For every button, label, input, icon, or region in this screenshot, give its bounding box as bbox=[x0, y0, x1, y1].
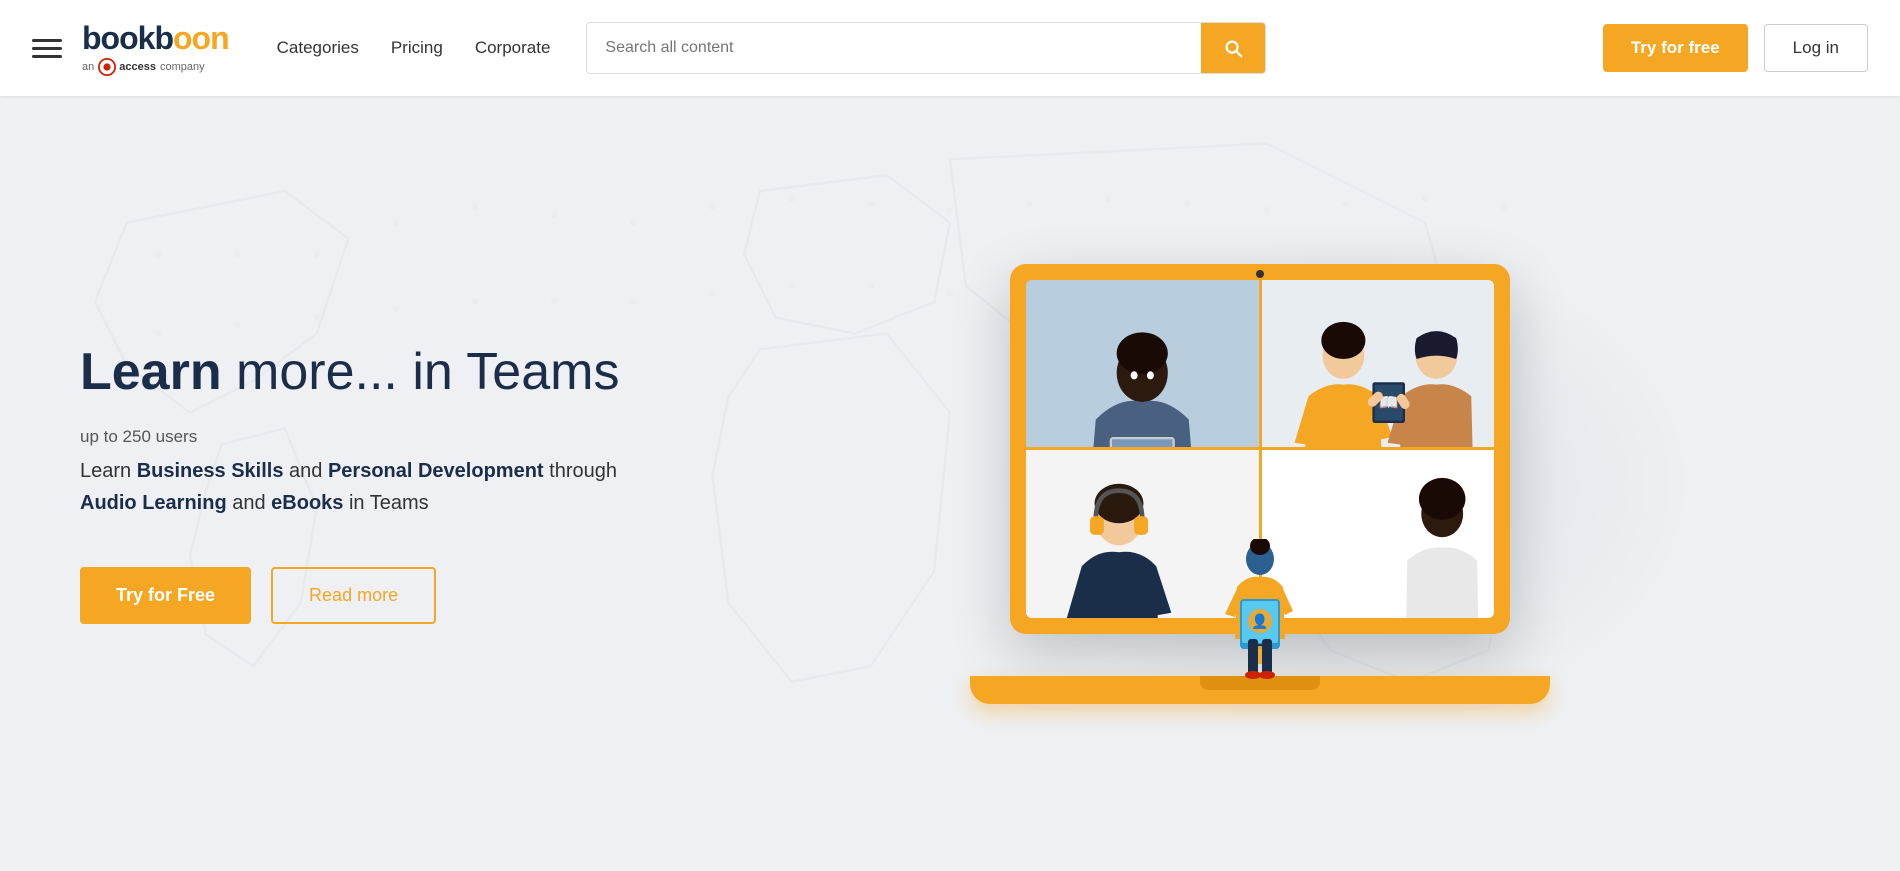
hero-personal-dev: Personal Development bbox=[328, 460, 544, 482]
hero-ebooks: eBooks bbox=[271, 492, 343, 514]
search-button[interactable] bbox=[1201, 23, 1265, 73]
nav-pricing[interactable]: Pricing bbox=[379, 30, 455, 66]
standing-figure: 👤 bbox=[1215, 539, 1305, 684]
header-actions: Try for free Log in bbox=[1603, 24, 1868, 72]
login-button[interactable]: Log in bbox=[1764, 24, 1868, 72]
person-2-svg: 📖 bbox=[1262, 280, 1495, 448]
hero-buttons: Try for Free Read more bbox=[80, 567, 640, 624]
standing-person-svg: 👤 bbox=[1215, 539, 1305, 679]
access-icon bbox=[98, 58, 116, 76]
laptop-illustration: 📖 bbox=[970, 264, 1550, 704]
nav-corporate[interactable]: Corporate bbox=[463, 30, 563, 66]
hero-audio-learning: Audio Learning bbox=[80, 492, 227, 514]
logo[interactable]: bookboon an access company bbox=[82, 20, 229, 76]
hero-desc-post1: through bbox=[544, 460, 617, 482]
hero-description: Learn Business Skills and Personal Devel… bbox=[80, 455, 640, 519]
hero-desc-post2: in Teams bbox=[343, 492, 428, 514]
nav-categories[interactable]: Categories bbox=[265, 30, 371, 66]
search-bar bbox=[586, 22, 1266, 74]
hero-content: Learn more... in Teams up to 250 users L… bbox=[80, 343, 640, 624]
hero-desc-pre1: Learn bbox=[80, 460, 137, 482]
hero-title-learn: Learn bbox=[80, 343, 222, 401]
logo-boon-text: oon bbox=[173, 20, 229, 57]
hero-users-label: up to 250 users bbox=[80, 427, 640, 447]
try-for-free-button[interactable]: Try for free bbox=[1603, 24, 1748, 72]
hero-section: Learn more... in Teams up to 250 users L… bbox=[0, 96, 1900, 871]
hero-try-free-button[interactable]: Try for Free bbox=[80, 567, 251, 624]
logo-subtitle: an access company bbox=[82, 58, 229, 76]
hero-desc-mid1: and bbox=[283, 460, 327, 482]
search-input[interactable] bbox=[587, 23, 1201, 73]
hero-read-more-button[interactable]: Read more bbox=[271, 567, 436, 624]
svg-text:👤: 👤 bbox=[1251, 613, 1268, 630]
person-1-svg bbox=[1026, 280, 1259, 448]
header: bookboon an access company Categories Pr… bbox=[0, 0, 1900, 96]
hamburger-menu[interactable] bbox=[32, 39, 62, 58]
hero-desc-mid2: and bbox=[227, 492, 271, 514]
logo-book-text: bookb bbox=[82, 20, 173, 57]
screen-cell-tl bbox=[1026, 280, 1259, 448]
nav: Categories Pricing Corporate bbox=[265, 30, 563, 66]
search-icon bbox=[1222, 37, 1244, 59]
camera-dot bbox=[1256, 270, 1264, 278]
hero-title: Learn more... in Teams bbox=[80, 343, 640, 403]
hero-title-rest: more... in Teams bbox=[222, 343, 620, 401]
screen-cell-tr: 📖 bbox=[1262, 280, 1495, 448]
hero-business-skills: Business Skills bbox=[137, 460, 284, 482]
hero-visual: 📖 bbox=[700, 264, 1820, 704]
